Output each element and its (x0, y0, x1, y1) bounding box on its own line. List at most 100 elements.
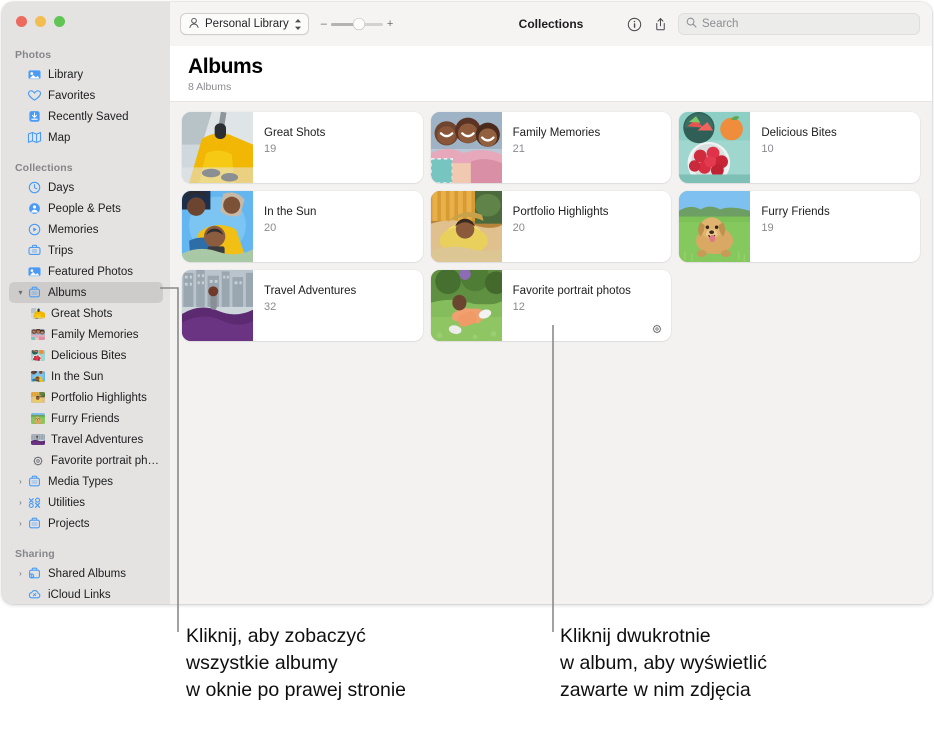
sidebar-item-label: Albums (48, 286, 87, 299)
sidebar-item-map[interactable]: Map (9, 127, 163, 148)
sidebar-item-in-the-sun[interactable]: In the Sun (9, 366, 163, 387)
share-icon[interactable] (652, 16, 669, 33)
album-thumbnail (679, 112, 751, 183)
sidebar-item-label: Trips (48, 244, 74, 257)
album-thumbnail (182, 112, 253, 183)
sidebar-item-label: Portfolio Highlights (51, 391, 147, 404)
album-title: Portfolio Highlights (512, 206, 609, 218)
album-thumbnail (430, 191, 502, 262)
sidebar-item-recently-saved[interactable]: Recently Saved (9, 106, 163, 127)
smart-album-gear-icon (651, 322, 663, 334)
sidebar-item-travel-adventures[interactable]: Travel Adventures (9, 429, 163, 450)
sidebar-item-label: Favorite portrait photos (51, 454, 163, 467)
sidebar-item-portfolio-highlights[interactable]: Portfolio Highlights (9, 387, 163, 408)
album-folder-icon (27, 286, 42, 299)
album-card-text: Furry Friends 19 (750, 191, 829, 262)
person-icon (188, 17, 200, 32)
sidebar-item-projects[interactable]: › Projects (9, 513, 163, 534)
album-count: 32 (264, 301, 277, 313)
chevron-down-icon[interactable]: ▾ (15, 288, 26, 297)
sidebar-item-icloud-links[interactable]: iCloud Links (9, 584, 163, 604)
window-traffic-lights (16, 16, 65, 27)
sidebar-item-days[interactable]: Days (9, 177, 163, 198)
zoom-out-label[interactable]: – (321, 18, 327, 30)
sidebar-group-label-photos: Photos (15, 49, 52, 61)
album-title: In the Sun (264, 206, 317, 218)
album-card[interactable]: Great Shots 19 (182, 112, 423, 183)
sidebar-item-favorite-portrait-photos[interactable]: Favorite portrait photos (9, 450, 163, 471)
chevron-up-down-icon (294, 18, 302, 31)
chevron-right-icon[interactable]: › (15, 498, 26, 507)
sidebar-item-memories[interactable]: Memories (9, 219, 163, 240)
chevron-right-icon[interactable]: › (15, 477, 26, 486)
sidebar-item-label: Projects (48, 517, 90, 530)
tray-arrow-down-icon (27, 110, 42, 123)
person-circle-icon (27, 202, 42, 215)
sidebar-item-great-shots[interactable]: Great Shots (9, 303, 163, 324)
chevron-right-icon[interactable]: › (15, 519, 26, 528)
library-popup-button[interactable]: Personal Library (180, 13, 309, 35)
search-field[interactable]: Search (678, 13, 920, 35)
album-card[interactable]: Family Memories 21 (430, 112, 672, 183)
trips-suitcase-icon (27, 244, 42, 257)
sidebar-item-shared-albums[interactable]: › Shared Albums (9, 563, 163, 584)
album-card[interactable]: Travel Adventures 32 (182, 270, 423, 341)
album-card[interactable]: Delicious Bites 10 (679, 112, 920, 183)
search-placeholder: Search (702, 18, 739, 30)
sidebar-item-utilities[interactable]: › Utilities (9, 492, 163, 513)
album-title: Furry Friends (761, 206, 830, 218)
sidebar-item-label: Featured Photos (48, 265, 134, 278)
sidebar-item-label: Days (48, 181, 75, 194)
album-card[interactable]: In the Sun 20 (182, 191, 423, 262)
sidebar-item-label: Favorites (48, 89, 96, 102)
sidebar-item-label: Family Memories (51, 328, 139, 341)
photos-library-icon (27, 68, 42, 81)
close-button[interactable] (16, 16, 27, 27)
icloud-link-icon (27, 588, 42, 601)
sidebar-item-trips[interactable]: Trips (9, 240, 163, 261)
sidebar-item-featured-photos[interactable]: Featured Photos (9, 261, 163, 282)
thumbnail-zoom-slider[interactable]: – + (321, 18, 394, 30)
album-card[interactable]: Favorite portrait photos 12 (430, 270, 672, 341)
sidebar-item-label: Great Shots (51, 307, 113, 320)
album-title: Family Memories (512, 127, 601, 139)
sidebar-item-albums[interactable]: ▾ Albums (9, 282, 163, 303)
sidebar-item-delicious-bites[interactable]: Delicious Bites (9, 345, 163, 366)
sidebar-item-label: In the Sun (51, 370, 104, 383)
sidebar-item-label: Travel Adventures (51, 433, 144, 446)
sidebar-item-people-and-pets[interactable]: People & Pets (9, 198, 163, 219)
sidebar-item-furry-friends[interactable]: Furry Friends (9, 408, 163, 429)
photos-app-window: Photos Library Favorites Recently Saved … (2, 2, 932, 604)
sidebar-item-family-memories[interactable]: Family Memories (9, 324, 163, 345)
sidebar-item-label: Shared Albums (48, 567, 126, 580)
album-folder-icon (27, 475, 42, 488)
album-card-text: In the Sun 20 (253, 191, 316, 262)
album-card-text: Favorite portrait photos 12 (502, 270, 631, 341)
memories-play-icon (27, 223, 42, 236)
map-icon (27, 131, 42, 144)
album-thumbnail (679, 191, 751, 262)
album-card[interactable]: Furry Friends 19 (679, 191, 920, 262)
zoom-slider-track[interactable] (330, 18, 383, 30)
sidebar-item-favorites[interactable]: Favorites (9, 85, 163, 106)
sidebar-item-media-types[interactable]: › Media Types (9, 471, 163, 492)
sidebar-item-label: People & Pets (48, 202, 121, 215)
sidebar-item-label: iCloud Links (48, 588, 111, 601)
zoom-button[interactable] (54, 16, 65, 27)
sidebar-item-library[interactable]: Library (9, 64, 163, 85)
zoom-slider-knob[interactable] (353, 18, 365, 30)
info-circle-icon[interactable] (626, 16, 643, 33)
toolbar: Personal Library – + Collections Search (170, 2, 932, 46)
album-folder-icon (27, 517, 42, 530)
album-thumb-delicious-bites-icon (31, 350, 45, 361)
zoom-in-label[interactable]: + (387, 18, 393, 30)
album-card[interactable]: Portfolio Highlights 20 (430, 191, 672, 262)
chevron-right-icon[interactable]: › (15, 569, 26, 578)
utilities-tools-icon (27, 496, 42, 509)
minimize-button[interactable] (35, 16, 46, 27)
sidebar: Photos Library Favorites Recently Saved … (2, 2, 170, 604)
sidebar-group-label-sharing: Sharing (15, 548, 55, 560)
smart-album-gear-icon (31, 455, 45, 466)
